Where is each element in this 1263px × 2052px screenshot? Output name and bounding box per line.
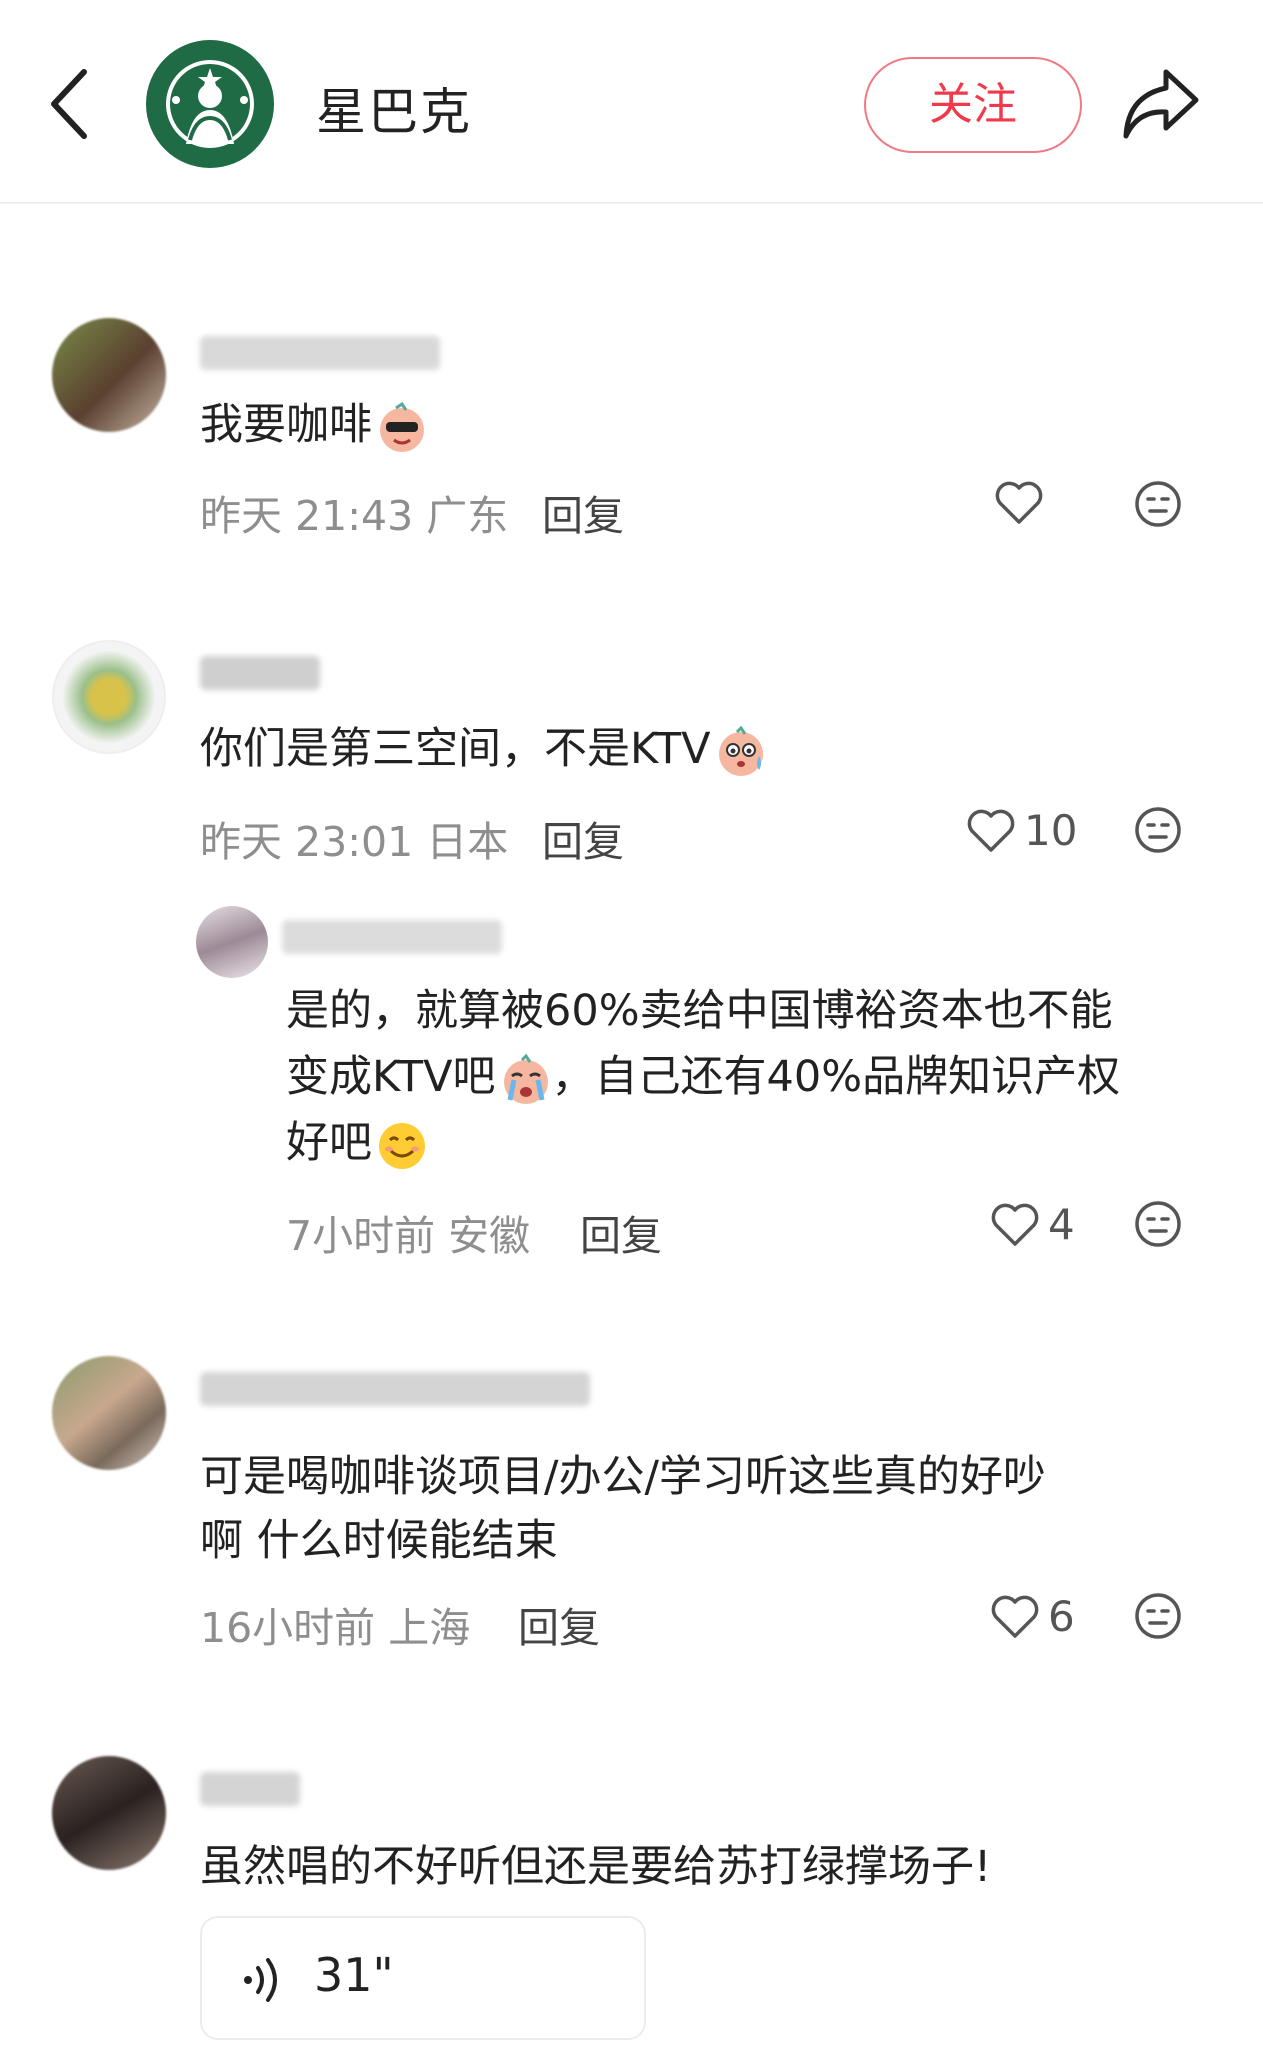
reply-meta: 7小时前 安徽 <box>286 1202 530 1262</box>
dislike-face-icon[interactable] <box>1134 806 1182 854</box>
dislike-face-icon[interactable] <box>1134 1200 1182 1248</box>
follow-button[interactable]: 关注 <box>864 57 1082 153</box>
comment-text-line: 啊 什么时候能结束 <box>200 1516 558 1566</box>
reply-text-line: 是的，就算被60%卖给中国博裕资本也不能 <box>286 986 1113 1036</box>
user-avatar[interactable] <box>52 1356 166 1470</box>
like-button[interactable]: 10 <box>966 806 1077 855</box>
like-button[interactable]: 6 <box>990 1592 1075 1641</box>
comment-location: 广东 <box>426 492 509 540</box>
back-arrow-icon[interactable] <box>44 64 96 144</box>
like-count: 6 <box>1048 1592 1075 1641</box>
reply-button[interactable]: 回复 <box>518 1594 600 1654</box>
comment-meta: 昨天 21:43 广东 <box>200 482 508 542</box>
reply-button[interactable]: 回复 <box>580 1202 662 1262</box>
comment-time: 16小时前 <box>200 1604 376 1652</box>
heart-icon <box>991 1203 1039 1246</box>
reply-text-line: 好吧 <box>286 1110 428 1176</box>
username-blurred[interactable] <box>200 656 320 690</box>
comment-text-line: 可是喝咖啡谈项目/办公/学习听这些真的好吵 <box>200 1452 1046 1502</box>
comment-time: 昨天 21:43 <box>200 492 414 540</box>
comment-time: 昨天 23:01 <box>200 818 414 866</box>
reply-text-line: 变成KTV吧 ，自己还有40%品牌知识产权 <box>286 1044 1120 1110</box>
dislike-face-icon[interactable] <box>1134 1592 1182 1640</box>
comment-location: 安徽 <box>448 1212 531 1260</box>
comment-location: 日本 <box>426 818 509 866</box>
voice-duration: 31" <box>314 1948 394 2002</box>
like-count: 4 <box>1048 1200 1075 1249</box>
reply-user-avatar[interactable] <box>196 906 268 978</box>
reply-button[interactable]: 回复 <box>542 482 624 542</box>
comment-text: 你们是第三空间，不是KTV <box>200 716 767 782</box>
username-blurred[interactable] <box>200 336 440 370</box>
account-name: 星巴克 <box>316 83 472 141</box>
user-avatar[interactable] <box>52 640 166 754</box>
comment-meta: 昨天 23:01 日本 <box>200 808 508 868</box>
like-button[interactable] <box>994 480 1052 526</box>
cool-face-emoji-icon <box>380 401 424 452</box>
dislike-face-icon[interactable] <box>1134 480 1182 528</box>
user-avatar[interactable] <box>52 1756 166 1870</box>
reply-button[interactable]: 回复 <box>542 808 624 868</box>
comment-location: 上海 <box>388 1604 471 1652</box>
heart-icon <box>967 809 1015 852</box>
comment-text: 我要咖啡 <box>200 392 428 458</box>
comment-time: 7小时前 <box>286 1212 436 1260</box>
heart-icon <box>995 481 1043 524</box>
username-blurred[interactable] <box>282 920 502 954</box>
voice-message[interactable]: 31" <box>200 1916 646 2040</box>
voice-wave-icon <box>244 1958 277 2002</box>
comment-meta: 16小时前 上海 <box>200 1594 470 1654</box>
sweating-face-emoji-icon <box>718 725 763 776</box>
username-blurred[interactable] <box>200 1372 590 1406</box>
share-icon[interactable] <box>1120 64 1202 142</box>
starbucks-logo[interactable] <box>146 40 274 168</box>
crying-face-emoji-icon <box>503 1053 548 1104</box>
like-count: 10 <box>1024 806 1078 855</box>
user-avatar[interactable] <box>52 318 166 432</box>
smiling-face-emoji-icon <box>379 1122 425 1169</box>
like-button[interactable]: 4 <box>990 1200 1075 1249</box>
heart-icon <box>991 1595 1039 1638</box>
username-blurred[interactable] <box>200 1772 300 1806</box>
top-bar: 星巴克 关注 <box>0 0 1263 204</box>
comment-text: 虽然唱的不好听但还是要给苏打绿撑场子! <box>200 1842 992 1892</box>
